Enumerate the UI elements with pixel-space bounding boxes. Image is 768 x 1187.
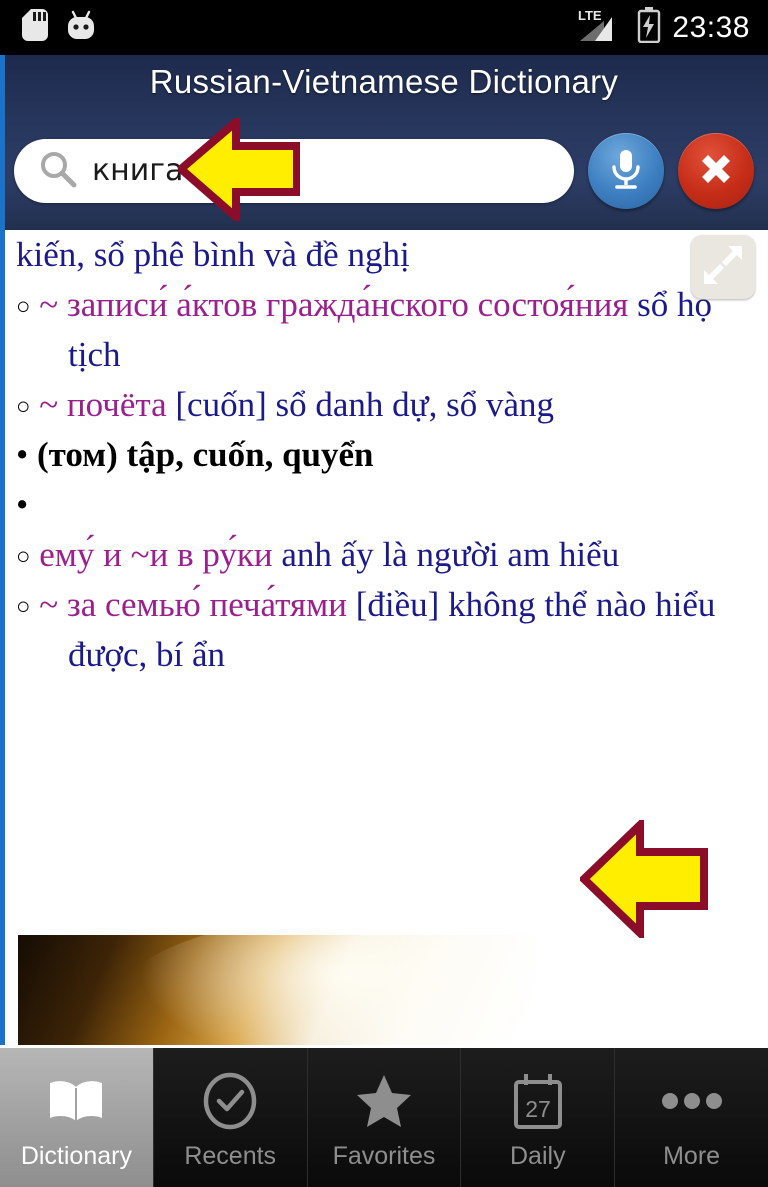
entry-line: ○ ~ записи́ а́ктов гражда́нского состоя́… (16, 280, 754, 380)
tab-label: Recents (184, 1142, 277, 1170)
example-bullet-icon: ○ (16, 594, 31, 621)
android-robot-icon (66, 9, 96, 46)
clock-check-icon (201, 1070, 259, 1132)
battery-charging-icon (637, 7, 661, 48)
example-bullet-icon: ○ (16, 544, 31, 571)
example-bullet-icon: ○ (16, 294, 31, 321)
bottom-tab-bar: Dictionary Recents Favorites 27 Daily Mo… (0, 1048, 768, 1187)
page-title: Russian-Vietnamese Dictionary (149, 63, 619, 100)
search-input[interactable]: книга (14, 139, 574, 203)
russian-text: ~ записи́ а́ктов гражда́нского состоя́ни… (39, 285, 638, 325)
lte-signal-icon: LTE (578, 7, 626, 48)
tab-dictionary[interactable]: Dictionary (0, 1048, 154, 1187)
russian-text: ~ за семью́ печа́тями (39, 585, 356, 625)
search-input-value[interactable]: книга (92, 156, 183, 186)
tab-label: More (663, 1142, 721, 1170)
sense-bullet-icon: • (16, 485, 29, 525)
sense-bullet-icon: • (16, 435, 29, 475)
close-icon (696, 149, 736, 194)
entry-line: ○ ~ за семью́ печа́тями [điều] không thể… (16, 580, 754, 680)
tab-label: Dictionary (20, 1142, 132, 1170)
expand-fullscreen-button[interactable] (691, 235, 755, 299)
entry-image[interactable] (18, 935, 536, 1045)
svg-text:LTE: LTE (578, 8, 602, 23)
entry-line: kiến, sổ phê bình và đề nghị (16, 230, 754, 280)
calendar-day-number: 27 (525, 1096, 551, 1122)
entry-line: ○ ~ почёта [cuốn] sổ danh dự, sổ vàng (16, 380, 754, 430)
star-icon (355, 1070, 413, 1132)
entry-body: kiến, sổ phê bình và đề nghị ○ ~ записи́… (0, 230, 768, 680)
example-bullet-icon: ○ (16, 394, 31, 421)
russian-text: ~ почёта (39, 385, 176, 425)
dictionary-entry-panel[interactable]: kiến, sổ phê bình và đề nghị ○ ~ записи́… (0, 230, 768, 1045)
microphone-icon (606, 147, 646, 196)
tab-favorites[interactable]: Favorites (307, 1048, 462, 1187)
status-bar: LTE 23:38 (0, 0, 768, 55)
tab-label: Daily (510, 1142, 566, 1170)
clear-search-button[interactable] (678, 133, 754, 209)
entry-line: • (16, 480, 754, 530)
tab-more[interactable]: More (615, 1048, 768, 1187)
vietnamese-text: anh ấy là người am hiểu (281, 535, 620, 575)
ellipsis-icon (661, 1070, 723, 1132)
sd-card-icon (22, 9, 48, 46)
app-header: Russian-Vietnamese Dictionary книга (0, 55, 768, 230)
status-bar-left-icons (0, 9, 96, 46)
tab-label: Favorites (332, 1142, 436, 1170)
search-icon (38, 149, 78, 194)
russian-text: ему́ и ~и в ру́ки (39, 535, 282, 575)
expand-fullscreen-icon (702, 244, 744, 291)
calendar-icon: 27 (511, 1070, 565, 1132)
status-bar-clock: 23:38 (672, 10, 750, 44)
status-bar-right-icons: LTE 23:38 (578, 7, 768, 48)
tab-recents[interactable]: Recents (153, 1048, 308, 1187)
entry-line: • (том) tập, cuốn, quyển (16, 430, 754, 480)
search-row: книга (14, 130, 754, 212)
app-root: LTE 23:38 Russian-Vietnamese Dictionary (0, 0, 768, 1187)
vietnamese-text: kiến, sổ phê bình và đề nghị (16, 235, 410, 274)
sense-text: (том) tập, cuốn, quyển (37, 435, 374, 475)
tab-daily[interactable]: 27 Daily (461, 1048, 616, 1187)
vietnamese-text: [cuốn] sổ danh dự, sổ vàng (175, 385, 555, 425)
voice-search-button[interactable] (588, 133, 664, 209)
entry-line: ○ ему́ и ~и в ру́ки anh ấy là người am h… (16, 530, 754, 580)
open-book-icon (45, 1070, 107, 1132)
